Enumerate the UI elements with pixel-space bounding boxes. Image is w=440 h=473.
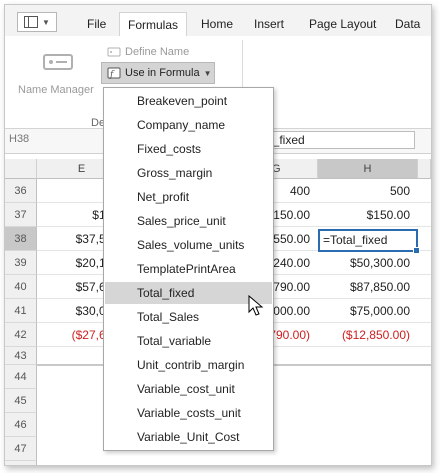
row-header[interactable]: 39 bbox=[5, 251, 37, 275]
define-name-button[interactable]: Define Name bbox=[107, 46, 189, 58]
name-box[interactable]: H38 bbox=[9, 133, 29, 145]
active-cell-editor[interactable]: =Total_fixed bbox=[318, 229, 420, 254]
tab-home[interactable]: Home bbox=[201, 17, 233, 31]
row-header[interactable]: 36 bbox=[5, 179, 37, 203]
ribbon-tab-bar: ▼ File Formulas Home Insert Page Layout … bbox=[5, 5, 431, 37]
row-header[interactable]: 44 bbox=[5, 365, 37, 389]
tab-file[interactable]: File bbox=[87, 17, 106, 31]
column-header-h[interactable]: H bbox=[318, 159, 418, 179]
row-header[interactable]: 48 bbox=[5, 461, 37, 465]
dropdown-item[interactable]: Total_Sales bbox=[105, 306, 272, 328]
column-header-next[interactable] bbox=[418, 159, 431, 179]
cell-h42[interactable]: ($12,850.00) bbox=[318, 323, 418, 347]
dropdown-item[interactable]: Variable_costs_unit bbox=[105, 402, 272, 424]
cell-h40[interactable]: $87,850.00 bbox=[318, 275, 418, 299]
dropdown-item[interactable]: Sales_volume_units bbox=[105, 234, 272, 256]
dropdown-item[interactable]: Unit_contrib_margin bbox=[105, 354, 272, 376]
row-header[interactable]: 38 bbox=[5, 227, 37, 251]
cell-h37[interactable]: $150.00 bbox=[318, 203, 418, 227]
use-in-formula-dropdown: Breakeven_point Company_name Fixed_costs… bbox=[103, 87, 274, 451]
tab-formulas[interactable]: Formulas bbox=[119, 12, 188, 36]
cell-h39[interactable]: $50,300.00 bbox=[318, 251, 418, 275]
dropdown-item[interactable]: Net_profit bbox=[105, 186, 272, 208]
row-header[interactable]: 43 bbox=[5, 347, 37, 365]
dropdown-item[interactable]: Sales_price_unit bbox=[105, 210, 272, 232]
row-header[interactable]: 46 bbox=[5, 413, 37, 437]
dropdown-item[interactable]: TemplatePrintArea bbox=[105, 258, 272, 280]
row-header[interactable]: 37 bbox=[5, 203, 37, 227]
tab-insert[interactable]: Insert bbox=[254, 17, 284, 31]
spreadsheet-window: ▼ File Formulas Home Insert Page Layout … bbox=[4, 4, 432, 466]
tag-icon bbox=[107, 47, 121, 57]
dropdown-item[interactable]: Fixed_costs bbox=[105, 138, 272, 160]
app-menu-icon bbox=[24, 16, 39, 28]
row-header[interactable]: 42 bbox=[5, 323, 37, 347]
use-in-formula-label: Use in Formula bbox=[125, 67, 200, 79]
dropdown-item[interactable]: Gross_margin bbox=[105, 162, 272, 184]
cell-h36[interactable]: 500 bbox=[318, 179, 418, 203]
app-menu-button[interactable]: ▼ bbox=[17, 12, 57, 32]
dropdown-item[interactable]: Breakeven_point bbox=[105, 90, 272, 112]
row-header[interactable]: 40 bbox=[5, 275, 37, 299]
active-cell-text: =Total_fixed bbox=[323, 233, 388, 247]
use-in-formula-button[interactable]: f Use in Formula ▼ bbox=[101, 62, 215, 84]
row-header[interactable]: 45 bbox=[5, 389, 37, 413]
chevron-down-icon: ▼ bbox=[42, 17, 50, 27]
name-manager-icon bbox=[43, 54, 73, 70]
dropdown-item[interactable]: Company_name bbox=[105, 114, 272, 136]
tab-page-layout[interactable]: Page Layout bbox=[309, 17, 376, 31]
define-name-label: Define Name bbox=[125, 46, 190, 58]
row-header[interactable]: 41 bbox=[5, 299, 37, 323]
cell-h41[interactable]: $75,000.00 bbox=[318, 299, 418, 323]
name-manager-button[interactable]: Name Manager bbox=[18, 84, 94, 96]
dropdown-item-highlighted[interactable]: Total_fixed bbox=[105, 282, 272, 304]
formula-icon: f bbox=[107, 67, 121, 80]
select-all-corner[interactable] bbox=[5, 159, 37, 179]
chevron-down-icon: ▼ bbox=[203, 68, 212, 78]
tab-data[interactable]: Data bbox=[395, 17, 420, 31]
dropdown-item[interactable]: Variable_cost_unit bbox=[105, 378, 272, 400]
mouse-pointer-icon bbox=[248, 295, 264, 316]
fill-handle[interactable] bbox=[413, 247, 420, 254]
dropdown-item[interactable]: Total_variable bbox=[105, 330, 272, 352]
dropdown-item[interactable]: Variable_Unit_Cost bbox=[105, 426, 272, 448]
row-header[interactable]: 47 bbox=[5, 437, 37, 461]
